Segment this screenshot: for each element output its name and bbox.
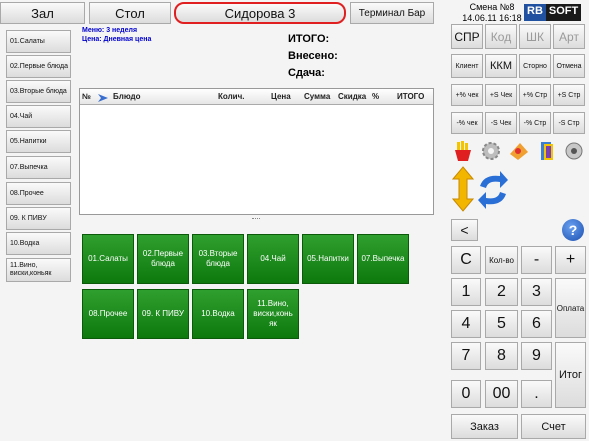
category-pastry[interactable]: 07.Выпечка [357, 234, 409, 284]
plus-button[interactable]: + [555, 246, 586, 274]
shift-label: Смена №8 [469, 2, 515, 12]
gear-icon[interactable] [480, 140, 502, 162]
sidebar-item-tea[interactable]: 04.Чай [6, 105, 71, 128]
category-tea[interactable]: 04.Чай [247, 234, 299, 284]
sidebar-item-other[interactable]: 08.Прочее [6, 182, 71, 205]
datetime-label: 14.06.11 16:18 [462, 13, 522, 23]
order-table[interactable] [79, 88, 434, 215]
category-beer-snacks[interactable]: 09. К ПИВУ [137, 289, 189, 339]
total-label: ИТОГО: [288, 33, 330, 45]
percent-check-plus-button[interactable]: +% чек [451, 84, 483, 106]
food-icon[interactable] [508, 140, 530, 162]
order-button[interactable]: Заказ [451, 414, 518, 439]
minus-button[interactable]: - [521, 246, 552, 274]
col-total: ИТОГО [397, 92, 425, 101]
category-first-courses[interactable]: 02.Первые блюда [137, 234, 189, 284]
key-5[interactable]: 5 [485, 310, 518, 338]
splitter-handle[interactable] [252, 218, 260, 220]
category-wine[interactable]: 11.Вино, виски,конь як [247, 289, 299, 339]
refresh-icon[interactable] [476, 170, 510, 210]
article-button[interactable]: Арт [553, 24, 585, 49]
col-percent: % [372, 92, 380, 101]
sidebar-item-wine[interactable]: 11.Вино, виски,коньяк [6, 258, 71, 282]
sidebar-item-vodka[interactable]: 10.Водка [6, 232, 71, 255]
percent-line-minus-button[interactable]: -% Стр [519, 112, 551, 134]
col-qty: Колич. [218, 92, 245, 101]
storno-button[interactable]: Сторно [519, 54, 551, 78]
total-button[interactable]: Итог [555, 342, 586, 408]
key-7[interactable]: 7 [451, 342, 481, 370]
key-4[interactable]: 4 [451, 310, 481, 338]
col-price: Цена [271, 92, 291, 101]
key-dot[interactable]: . [521, 380, 552, 408]
price-label: Цена: Дневная цена [82, 36, 152, 43]
category-other[interactable]: 08.Прочее [82, 289, 134, 339]
sort-icon [97, 90, 109, 102]
book-icon[interactable] [536, 140, 558, 162]
sum-check-plus-button[interactable]: +S Чек [485, 84, 517, 106]
category-main-courses[interactable]: 03.Вторые блюда [192, 234, 244, 284]
sidebar-item-pastry[interactable]: 07.Выпечка [6, 156, 71, 179]
menu-label: Меню: 3 неделя [82, 27, 138, 34]
key-9[interactable]: 9 [521, 342, 552, 370]
code-button[interactable]: Код [485, 24, 517, 49]
tab-table[interactable]: Стол [89, 2, 171, 24]
kkm-button[interactable]: ККМ [485, 54, 517, 78]
disc-icon[interactable] [563, 140, 585, 162]
back-button[interactable]: < [451, 219, 478, 241]
sidebar-item-first-courses[interactable]: 02.Первые блюда [6, 55, 71, 78]
tab-terminal[interactable]: Терминал Бар [350, 2, 434, 24]
updown-arrow-icon[interactable] [451, 166, 475, 212]
key-00[interactable]: 00 [485, 380, 518, 408]
tab-client[interactable]: Сидорова 3 [174, 2, 346, 24]
key-2[interactable]: 2 [485, 278, 518, 306]
spr-button[interactable]: СПР [451, 24, 483, 49]
tab-hall[interactable]: Зал [0, 2, 85, 24]
paid-label: Внесено: [288, 50, 338, 62]
col-discount: Скидка [338, 92, 367, 101]
help-label: ? [568, 222, 578, 238]
col-number: № [82, 92, 91, 101]
sidebar-item-drinks[interactable]: 05.Напитки [6, 130, 71, 153]
sum-line-plus-button[interactable]: +S Стр [553, 84, 585, 106]
key-1[interactable]: 1 [451, 278, 481, 306]
key-3[interactable]: 3 [521, 278, 552, 306]
change-label: Сдача: [288, 67, 325, 79]
bill-button[interactable]: Счет [521, 414, 586, 439]
key-0[interactable]: 0 [451, 380, 481, 408]
col-sum: Сумма [304, 92, 331, 101]
fries-icon[interactable] [452, 140, 474, 162]
logo-soft: SOFT [545, 4, 582, 21]
category-salads[interactable]: 01.Салаты [82, 234, 134, 284]
client-button[interactable]: Клиент [451, 54, 483, 78]
barcode-button[interactable]: ШК [519, 24, 551, 49]
help-icon[interactable]: ? [562, 219, 584, 241]
key-6[interactable]: 6 [521, 310, 552, 338]
sidebar-item-salads[interactable]: 01.Салаты [6, 30, 71, 53]
logo-rb: RB [524, 4, 546, 21]
quantity-button[interactable]: Кол-во [485, 246, 518, 274]
category-vodka[interactable]: 10.Водка [192, 289, 244, 339]
logo: RB SOFT [524, 4, 582, 21]
payment-button[interactable]: Оплата [555, 278, 586, 338]
percent-line-plus-button[interactable]: +% Стр [519, 84, 551, 106]
category-drinks[interactable]: 05.Напитки [302, 234, 354, 284]
col-dish: Блюдо [113, 92, 141, 101]
sidebar-item-main-courses[interactable]: 03.Вторые блюда [6, 80, 71, 103]
sum-check-minus-button[interactable]: -S Чек [485, 112, 517, 134]
sidebar-item-beer-snacks[interactable]: 09. К ПИВУ [6, 207, 71, 230]
key-8[interactable]: 8 [485, 342, 518, 370]
clear-button[interactable]: C [451, 246, 481, 274]
sum-line-minus-button[interactable]: -S Стр [553, 112, 585, 134]
cancel-button[interactable]: Отмена [553, 54, 585, 78]
percent-check-minus-button[interactable]: -% чек [451, 112, 483, 134]
